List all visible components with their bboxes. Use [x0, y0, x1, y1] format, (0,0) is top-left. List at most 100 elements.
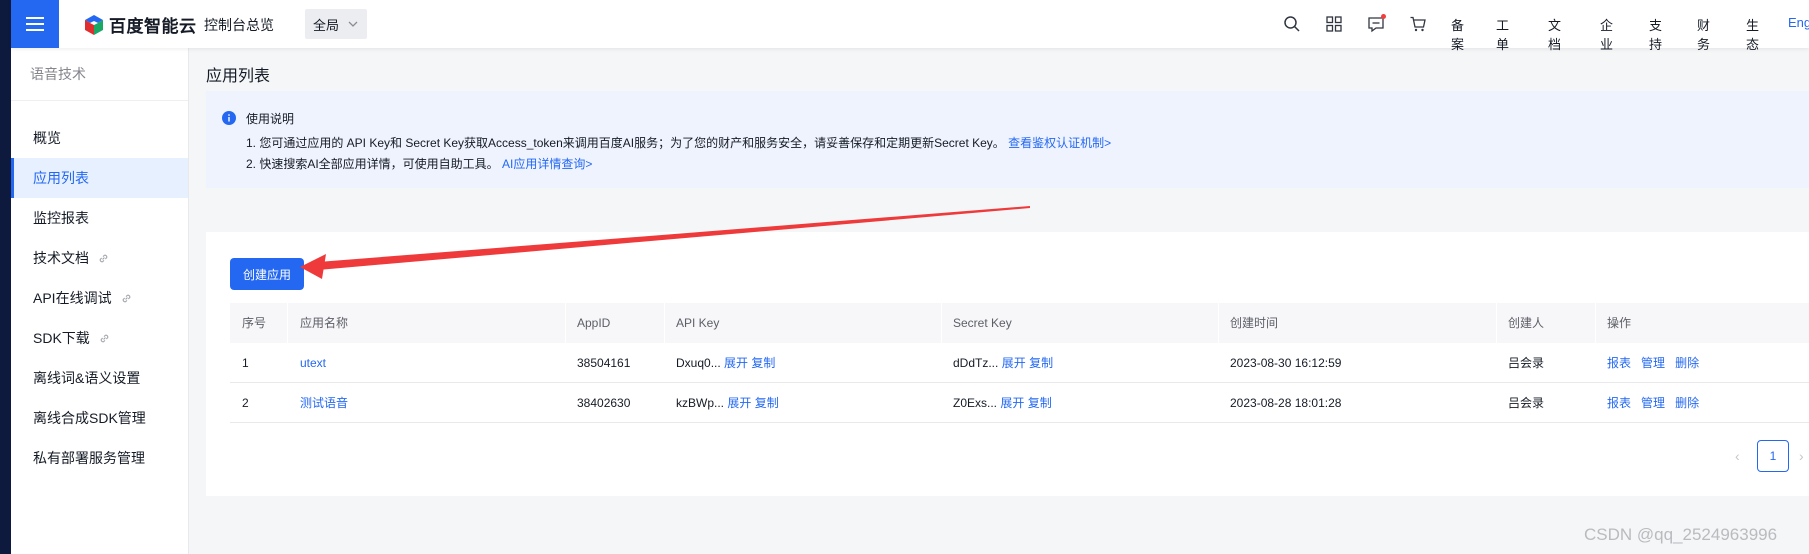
column-header: API Key: [676, 316, 720, 330]
report-link[interactable]: 报表: [1607, 396, 1631, 410]
row-actions: 报表 管理 删除: [1607, 343, 1699, 383]
baidu-cloud-logo[interactable]: 百度智能云: [83, 12, 197, 37]
nav-link-docs[interactable]: 文档: [1548, 15, 1561, 53]
api-key-copy-link[interactable]: 复制: [751, 356, 775, 370]
secret-key-copy-link[interactable]: 复制: [1028, 396, 1052, 410]
created-time: 2023-08-30 16:12:59: [1230, 356, 1342, 370]
create-app-button[interactable]: 创建应用: [230, 258, 304, 290]
sidebar-item-label: 应用列表: [33, 170, 89, 186]
table-header-row: 序号 应用名称 AppID API Key Secret Key 创建时间 创建…: [230, 303, 1809, 343]
sidebar-item-label: 私有部署服务管理: [33, 450, 145, 466]
sidebar-item-label: 概览: [33, 130, 61, 146]
api-key-masked: kzBWp...: [676, 396, 725, 410]
row-index: 2: [242, 396, 249, 410]
language-switch[interactable]: Eng: [1788, 15, 1809, 30]
info-icon: [222, 111, 236, 125]
sidebar-item-offline-words[interactable]: 离线词&语义设置: [11, 358, 188, 398]
app-name-link[interactable]: utext: [300, 343, 326, 383]
sidebar-item-label: 技术文档: [33, 250, 89, 266]
secret-key-cell: dDdTz... 展开 复制: [953, 343, 1053, 383]
sidebar-item-overview[interactable]: 概览: [11, 118, 188, 158]
creator: 吕会录: [1508, 396, 1545, 410]
notice-line-1: 1. 您可通过应用的 API Key和 Secret Key获取Access_t…: [246, 134, 1111, 151]
nav-link-ticket[interactable]: 工单: [1496, 15, 1509, 53]
api-key-copy-link[interactable]: 复制: [755, 396, 779, 410]
nav-link-finance[interactable]: 财务: [1697, 15, 1710, 53]
sidebar-divider: [11, 100, 188, 101]
pagination-next-button[interactable]: ›: [1799, 448, 1804, 464]
column-separator: [941, 303, 942, 343]
console-overview-link[interactable]: 控制台总览: [204, 15, 274, 35]
app-name-link[interactable]: 测试语音: [300, 383, 348, 423]
api-key-expand-link[interactable]: 展开: [727, 396, 751, 410]
hamburger-menu-button[interactable]: [11, 0, 59, 48]
row-index: 1: [242, 356, 249, 370]
column-header: 创建时间: [1230, 316, 1279, 330]
row-actions: 报表 管理 删除: [1607, 383, 1699, 423]
app-id: 38504161: [577, 356, 631, 370]
column-header: 操作: [1607, 316, 1632, 330]
delete-link[interactable]: 删除: [1675, 396, 1699, 410]
column-header: 序号: [242, 316, 267, 330]
column-separator: [1218, 303, 1219, 343]
api-key-masked: Dxuq0...: [676, 356, 721, 370]
sidebar-item-private-deploy[interactable]: 私有部署服务管理: [11, 438, 188, 478]
sidebar-item-app-list[interactable]: 应用列表: [11, 158, 188, 198]
column-header: 创建人: [1508, 316, 1545, 330]
manage-link[interactable]: 管理: [1641, 356, 1665, 370]
column-separator: [565, 303, 566, 343]
column-header: AppID: [577, 316, 611, 330]
manage-link[interactable]: 管理: [1641, 396, 1665, 410]
sidebar-item-monitor-report[interactable]: 监控报表: [11, 198, 188, 238]
sidebar-item-offline-tts-sdk[interactable]: 离线合成SDK管理: [11, 398, 188, 438]
csdn-watermark: CSDN @qq_2524963996: [1584, 525, 1778, 544]
table-row: 2 测试语音 38402630 kzBWp... 展开 复制 Z0Exs... …: [230, 383, 1809, 423]
column-separator: [1496, 303, 1497, 343]
secret-key-expand-link[interactable]: 展开: [1002, 356, 1026, 370]
pagination-page-button[interactable]: 1: [1757, 440, 1789, 472]
notice-title: 使用说明: [246, 112, 295, 126]
created-time: 2023-08-28 18:01:28: [1230, 396, 1342, 410]
search-icon: [1284, 16, 1300, 32]
region-select[interactable]: 全局: [305, 9, 367, 39]
nav-link-beian[interactable]: 备案: [1451, 15, 1464, 53]
top-icon-group: [1281, 13, 1429, 35]
external-link-icon: [122, 294, 130, 302]
apps-button[interactable]: [1323, 13, 1345, 35]
pagination-prev-button[interactable]: ‹: [1735, 448, 1740, 464]
secret-key-cell: Z0Exs... 展开 复制: [953, 383, 1052, 423]
nav-link-ecosystem[interactable]: 生态: [1746, 15, 1759, 53]
top-navbar: 百度智能云 控制台总览 全局 备案 工单 文档 企业 支持 财务 生态 Eng: [11, 0, 1809, 52]
usage-notice: 使用说明 1. 您可通过应用的 API Key和 Secret Key获取Acc…: [206, 91, 1809, 188]
external-link-icon: [100, 334, 109, 342]
sidebar-item-api-debug[interactable]: API在线调试: [11, 278, 188, 318]
sidebar-item-sdk-download[interactable]: SDK下载: [11, 318, 188, 358]
app-id: 38402630: [577, 396, 631, 410]
app-list-card: 创建应用 序号 应用名称 AppID API Key Secret Key 创建…: [206, 232, 1809, 496]
notice-line-2-text: 2. 快速搜索AI全部应用详情，可使用自助工具。: [246, 157, 499, 171]
secret-key-copy-link[interactable]: 复制: [1029, 356, 1053, 370]
column-separator: [287, 303, 288, 343]
delete-link[interactable]: 删除: [1675, 356, 1699, 370]
secret-key-masked: dDdTz...: [953, 356, 999, 370]
table-row: 1 utext 38504161 Dxuq0... 展开 复制 dDdTz...…: [230, 343, 1809, 383]
auth-mechanism-link[interactable]: 查看鉴权认证机制>: [1008, 136, 1111, 150]
app-detail-query-link[interactable]: AI应用详情查询>: [502, 157, 592, 171]
sidebar-item-label: 离线合成SDK管理: [33, 410, 146, 426]
sidebar-item-tech-docs[interactable]: 技术文档: [11, 238, 188, 278]
api-key-expand-link[interactable]: 展开: [724, 356, 748, 370]
nav-link-support[interactable]: 支持: [1649, 15, 1662, 53]
external-link-icon: [99, 254, 108, 262]
cart-button[interactable]: [1407, 13, 1429, 35]
sidebar: 语音技术 概览 应用列表 监控报表 技术文档 API在线调试 SDK下载 离线词…: [11, 48, 189, 554]
secret-key-expand-link[interactable]: 展开: [1000, 396, 1024, 410]
messages-button[interactable]: [1365, 13, 1387, 35]
search-button[interactable]: [1281, 13, 1303, 35]
sidebar-item-label: SDK下载: [33, 330, 90, 346]
notice-line-2: 2. 快速搜索AI全部应用详情，可使用自助工具。 AI应用详情查询>: [246, 155, 592, 172]
column-header: Secret Key: [953, 316, 1012, 330]
report-link[interactable]: 报表: [1607, 356, 1631, 370]
nav-link-enterprise[interactable]: 企业: [1600, 15, 1613, 53]
sidebar-item-label: API在线调试: [33, 290, 112, 306]
window-edge-strip: [0, 0, 11, 554]
